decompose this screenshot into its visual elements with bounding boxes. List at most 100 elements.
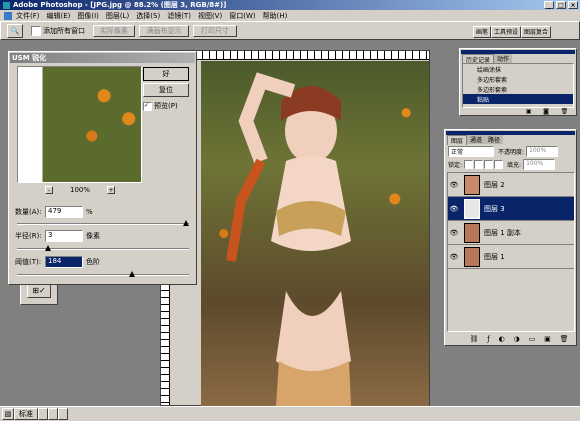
app-icon xyxy=(3,1,10,9)
lock-label: 锁定: xyxy=(448,162,463,169)
menu-item[interactable]: 图像(I) xyxy=(77,11,99,21)
usm-preview[interactable] xyxy=(17,66,142,183)
usm-radius-slider[interactable] xyxy=(17,248,189,250)
opacity-field[interactable]: 100% xyxy=(526,146,559,157)
layer-row[interactable]: 👁 图层 2 xyxy=(448,173,574,197)
usm-radius-unit: 像素 xyxy=(86,232,100,240)
opacity-label: 不透明度: xyxy=(498,149,525,156)
usm-title: USM 锐化 xyxy=(12,54,47,62)
usm-reset-button[interactable]: 复位 xyxy=(143,83,189,97)
layer-row[interactable]: 👁 图层 1 xyxy=(448,245,574,269)
task-icon-ps[interactable]: ▧ xyxy=(2,408,14,420)
all-windows-checkbox[interactable] xyxy=(31,25,41,36)
usm-radius-field[interactable]: 3 xyxy=(45,230,83,242)
tab-actions[interactable]: 动作 xyxy=(494,54,513,63)
new-snapshot-icon[interactable]: ▣ xyxy=(526,108,532,115)
tab-history[interactable]: 历史记录 xyxy=(462,53,495,64)
window-minimize-button[interactable]: _ xyxy=(544,1,554,9)
fill-field[interactable]: 100% xyxy=(523,159,556,170)
actual-pixels-button[interactable]: 实际像素 xyxy=(93,24,135,37)
blend-mode-select[interactable]: 正常 xyxy=(448,146,494,157)
trash-icon[interactable]: 🗑 xyxy=(561,108,569,115)
menu-item[interactable]: 文件(F) xyxy=(16,11,40,21)
link-icon[interactable]: ⛓ xyxy=(469,335,478,343)
print-size-button[interactable]: 打印尺寸 xyxy=(193,24,237,37)
canvas-photo[interactable] xyxy=(201,61,429,406)
usm-zoom-in-button[interactable]: + xyxy=(106,186,115,194)
document-window xyxy=(160,50,430,406)
mask-icon[interactable]: ◐ xyxy=(499,335,505,343)
usm-dialog: USM 锐化 - 100% + 好 复位 ✓ 预览(P) 数量(A): 479 … xyxy=(8,51,197,285)
palette-well: 画笔 工具预设 图层复合 xyxy=(473,25,577,38)
task-button-2[interactable] xyxy=(48,408,58,420)
palette-tab-brushes[interactable]: 画笔 xyxy=(473,25,492,38)
usm-radius-thumb[interactable] xyxy=(45,245,51,251)
history-list: 绘画涂抹 多边形套索 多边形套索 粘贴 xyxy=(462,63,574,108)
history-item-selected[interactable]: 粘贴 xyxy=(463,94,573,104)
lock-paint-icon[interactable] xyxy=(474,160,484,169)
taskbar-standard-button[interactable]: 标准 xyxy=(14,408,38,420)
camera-icon[interactable]: ◙ xyxy=(543,108,549,115)
lock-all-icon[interactable] xyxy=(494,160,504,169)
folder-icon[interactable]: ▭ xyxy=(529,335,536,343)
menu-item[interactable]: 窗口(W) xyxy=(229,11,255,21)
usm-zoom-value: 100% xyxy=(69,186,90,194)
layer-thumbnail xyxy=(464,198,480,219)
lock-transparency-icon[interactable] xyxy=(464,160,474,169)
layer-style-icon[interactable]: ƒ xyxy=(487,335,489,343)
history-item[interactable]: 多边形套索 xyxy=(463,84,573,94)
window-title: Adobe Photoshop - [JPG.jpg @ 88.2% (图层 3… xyxy=(13,1,227,9)
ps-menu-icon[interactable] xyxy=(4,11,12,20)
usm-zoom-out-button[interactable]: - xyxy=(45,186,53,194)
history-item[interactable]: 多边形套索 xyxy=(463,74,573,84)
window-close-button[interactable]: × xyxy=(568,1,578,9)
usm-threshold-thumb[interactable] xyxy=(129,271,135,277)
tab-channels[interactable]: 通道 xyxy=(467,135,486,144)
task-button-1[interactable] xyxy=(38,408,48,420)
usm-amount-field[interactable]: 479 xyxy=(45,206,83,218)
menu-item[interactable]: 图层(L) xyxy=(106,11,129,21)
task-button-3[interactable] xyxy=(58,408,68,420)
tab-paths[interactable]: 路径 xyxy=(485,135,504,144)
palette-tab-tool-presets[interactable]: 工具预设 xyxy=(491,25,522,38)
adjustment-icon[interactable]: ◑ xyxy=(514,335,520,343)
eye-icon[interactable]: 👁 xyxy=(448,229,460,237)
window-maximize-button[interactable]: □ xyxy=(556,1,566,9)
usm-threshold-label: 阈值(T): xyxy=(15,258,42,266)
history-tabs: 历史记录 动作 xyxy=(462,53,574,64)
trash-icon[interactable]: 🗑 xyxy=(560,335,569,343)
layer-thumbnail xyxy=(464,222,480,243)
app-title-bar: Adobe Photoshop - [JPG.jpg @ 88.2% (图层 3… xyxy=(0,0,580,10)
menu-item[interactable]: 滤镜(T) xyxy=(167,11,191,21)
menu-bar: 文件(F) 编辑(E) 图像(I) 图层(L) 选择(S) 滤镜(T) 视图(V) 窗口(W)… xyxy=(0,10,580,21)
layer-row[interactable]: 👁 图层 1 副本 xyxy=(448,221,574,245)
menu-item[interactable]: 视图(V) xyxy=(198,11,222,21)
layers-tabs: 图层 通道 路径 xyxy=(447,134,575,145)
zoom-tool-preset-button[interactable]: 🔍 xyxy=(7,23,23,38)
layers-lock-row: 锁定: 填充: 100% xyxy=(448,159,576,170)
usm-amount-unit: % xyxy=(86,208,93,216)
usm-threshold-row: 阈值(T): 184 色阶 xyxy=(15,256,190,268)
usm-amount-slider[interactable] xyxy=(17,223,189,225)
usm-threshold-field[interactable]: 184 xyxy=(45,256,83,268)
menu-item[interactable]: 帮助(H) xyxy=(263,11,288,21)
layer-row-selected[interactable]: 👁 图层 3 xyxy=(448,197,574,221)
lock-move-icon[interactable] xyxy=(484,160,494,169)
usm-threshold-slider[interactable] xyxy=(17,274,189,276)
menu-item[interactable]: 选择(S) xyxy=(136,11,160,21)
tab-layers[interactable]: 图层 xyxy=(447,134,468,145)
usm-amount-thumb[interactable] xyxy=(183,220,189,226)
eye-icon[interactable]: 👁 xyxy=(448,181,460,189)
layer-name: 图层 2 xyxy=(484,180,505,189)
eye-icon[interactable]: 👁 xyxy=(448,253,460,261)
usm-preview-checkbox[interactable]: ✓ xyxy=(143,101,152,111)
new-layer-icon[interactable]: ▣ xyxy=(544,335,551,343)
palette-tab-layer-comps[interactable]: 图层复合 xyxy=(521,25,552,38)
menu-item[interactable]: 编辑(E) xyxy=(47,11,71,21)
usm-ok-button[interactable]: 好 xyxy=(143,67,189,81)
fill-label: 填充: xyxy=(507,162,522,169)
eye-icon[interactable]: 👁 xyxy=(448,205,460,213)
usm-radius-label: 半径(R): xyxy=(15,232,42,240)
fit-screen-button[interactable]: 满画布显示 xyxy=(139,24,189,37)
history-item[interactable]: 绘画涂抹 xyxy=(463,64,573,74)
